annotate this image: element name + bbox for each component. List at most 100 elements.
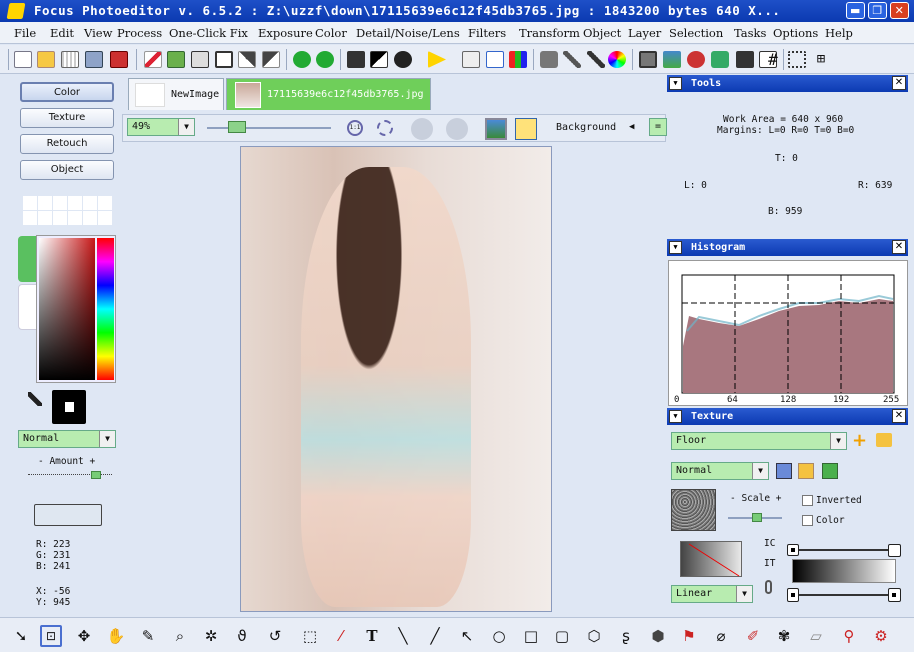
copy-icon[interactable] — [167, 51, 185, 68]
range-bottom-right-thumb[interactable] — [888, 588, 901, 602]
pen-icon[interactable] — [587, 51, 605, 68]
menu-exposure[interactable]: Exposure — [258, 26, 313, 40]
image-frame-icon[interactable] — [639, 51, 657, 68]
collapse-arrow-icon[interactable]: ▼ — [669, 77, 682, 90]
actual-size-icon[interactable]: 1:1 — [347, 120, 363, 136]
menu-transform[interactable]: Transform — [519, 26, 580, 40]
collapse-arrow-icon[interactable]: ▼ — [669, 410, 682, 423]
smudge-icon[interactable]: ▱ — [805, 625, 827, 647]
texture-blend-select[interactable]: Normal ▼ — [671, 462, 769, 480]
menu-one-click-fix[interactable]: One-Click Fix — [169, 26, 248, 40]
eyedropper-icon[interactable] — [28, 392, 42, 406]
layers-icon[interactable] — [347, 51, 365, 68]
auto-fix-icon[interactable] — [293, 51, 311, 68]
texture-select[interactable]: Floor ▼ — [671, 432, 847, 450]
tone-icon[interactable] — [394, 51, 412, 68]
menu-object[interactable]: Object — [583, 26, 621, 40]
minimize-button[interactable]: ▬ — [846, 2, 865, 19]
menu-file[interactable]: File — [14, 26, 36, 40]
crop-select-icon[interactable]: ⊡ — [40, 625, 62, 647]
add-texture-icon[interactable]: + — [852, 432, 867, 450]
menu-help[interactable]: Help — [825, 26, 853, 40]
color-wheel-icon[interactable] — [608, 51, 626, 68]
close-texture-panel-button[interactable]: ✕ — [892, 409, 906, 423]
zoom-select[interactable]: 49% ▼ — [127, 118, 195, 136]
white-balance-icon[interactable] — [486, 51, 504, 68]
hexagon-icon[interactable]: ⬡ — [583, 625, 605, 647]
menu-options[interactable]: Options — [773, 26, 818, 40]
rotate-right-icon[interactable] — [262, 51, 280, 68]
link-icon[interactable] — [765, 580, 772, 594]
color-bars-icon[interactable] — [509, 51, 527, 68]
close-tools-panel-button[interactable]: ✕ — [892, 76, 906, 90]
retouch-mode-button[interactable]: Retouch — [20, 134, 114, 154]
next-image-icon[interactable] — [446, 118, 468, 140]
brush-line-icon[interactable]: ╲ — [392, 625, 414, 647]
heal-icon[interactable]: ✾ — [773, 625, 795, 647]
color-picker[interactable] — [36, 235, 116, 383]
palette-tab-icon[interactable] — [18, 284, 38, 330]
new-file-icon[interactable] — [14, 51, 32, 68]
menu-process[interactable]: Process — [117, 26, 162, 40]
close-button[interactable]: ✕ — [890, 2, 909, 19]
sharpen-icon[interactable] — [711, 51, 729, 68]
restore-button[interactable]: ❐ — [868, 2, 887, 19]
rounded-rect-icon[interactable]: ▢ — [551, 625, 573, 647]
object-mode-button[interactable]: Object — [20, 160, 114, 180]
dotted-grid-icon[interactable] — [788, 51, 806, 68]
brush-select-icon[interactable]: ✎ — [137, 625, 159, 647]
collapse-arrow-icon[interactable]: ▼ — [669, 241, 682, 254]
menu-filters[interactable]: Filters — [468, 26, 506, 40]
menu-detail-noise-lens[interactable]: Detail/Noise/Lens — [356, 26, 460, 40]
blend-mode-select[interactable]: Normal ▼ — [18, 430, 116, 448]
eraser-icon[interactable]: ⌀ — [710, 625, 732, 647]
color-checkbox[interactable] — [802, 515, 813, 526]
arrow-icon[interactable]: ↖ — [456, 625, 478, 647]
menu-edit[interactable]: Edit — [50, 26, 74, 40]
range-slider-bottom[interactable] — [792, 594, 896, 596]
fit-window-icon[interactable] — [377, 120, 393, 136]
pointer-icon[interactable]: ➘ — [10, 625, 32, 647]
eyedropper-icon[interactable]: ⁄ — [330, 625, 352, 647]
color-swatch-current[interactable] — [52, 390, 86, 424]
saturation-box[interactable] — [39, 238, 95, 380]
wand-arrow-icon[interactable] — [428, 51, 446, 68]
menu-layer[interactable]: Layer — [628, 26, 661, 40]
fill-icon[interactable]: ⬢ — [647, 625, 669, 647]
brush-tool-icon[interactable] — [540, 51, 558, 68]
crop-icon[interactable] — [215, 51, 233, 68]
image-canvas[interactable] — [240, 146, 552, 612]
squiggle-icon[interactable]: ʂ — [615, 625, 637, 647]
rotate-left-icon[interactable] — [238, 51, 256, 68]
scenery-icon[interactable] — [663, 51, 681, 68]
hand-icon[interactable]: ✋ — [105, 625, 127, 647]
color-tab-icon[interactable] — [18, 236, 38, 282]
cut-icon[interactable] — [144, 51, 162, 68]
menu-view[interactable]: View — [84, 26, 112, 40]
save-icon[interactable] — [110, 51, 128, 68]
zoom-slider-thumb[interactable] — [228, 121, 247, 133]
grid-settings-icon[interactable]: ⊞ — [812, 51, 830, 68]
hue-slider[interactable] — [97, 238, 114, 380]
lasso-icon[interactable]: ϑ — [231, 625, 253, 647]
close-histogram-panel-button[interactable]: ✕ — [892, 240, 906, 254]
inverted-checkbox[interactable] — [802, 495, 813, 506]
auto-fix-plus-icon[interactable] — [316, 51, 334, 68]
menu-selection[interactable]: Selection — [669, 26, 723, 40]
menu-color[interactable]: Color — [315, 26, 347, 40]
gradient-type-select[interactable]: Linear ▼ — [671, 585, 753, 603]
texture-image-icon[interactable] — [822, 463, 838, 479]
zoom-slider[interactable] — [207, 127, 331, 129]
amount-slider-thumb[interactable] — [90, 471, 101, 479]
move-icon[interactable]: ✥ — [73, 625, 95, 647]
color-mode-button[interactable]: Color — [20, 82, 114, 102]
text-icon[interactable]: T — [361, 625, 383, 647]
swatch-grid[interactable] — [22, 195, 112, 225]
prev-image-icon[interactable] — [411, 118, 433, 140]
scale-slider-thumb[interactable] — [752, 513, 763, 522]
tab-newimage[interactable]: NewImage — [128, 78, 224, 110]
range-slider-top[interactable] — [792, 549, 896, 551]
load-texture-icon[interactable] — [876, 433, 892, 447]
stamp-icon[interactable]: ✐ — [742, 625, 764, 647]
dropper-icon[interactable] — [563, 51, 581, 68]
